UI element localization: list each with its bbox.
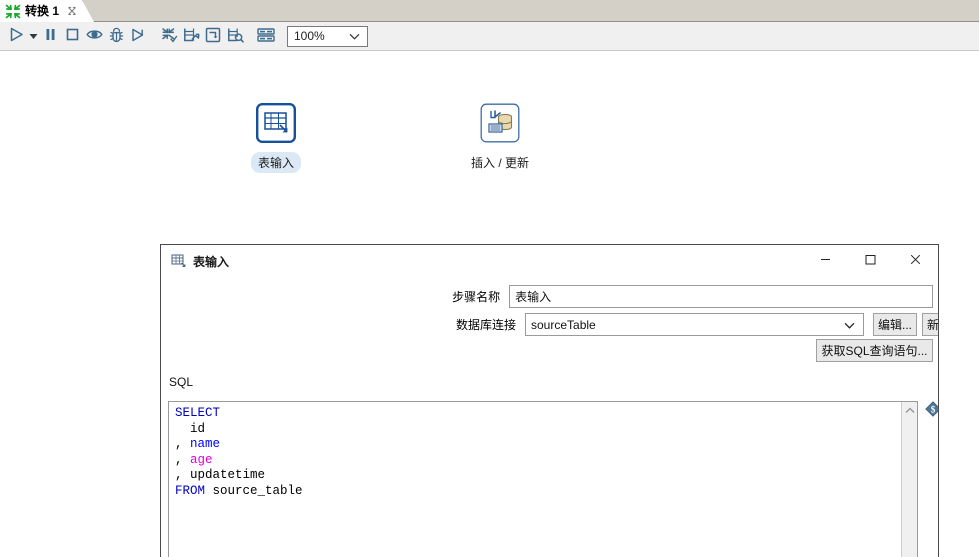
- stop-button[interactable]: [61, 25, 83, 47]
- step-insert-update[interactable]: 插入 / 更新: [452, 103, 548, 173]
- grid-button[interactable]: [255, 25, 277, 47]
- table-input-icon: [256, 103, 296, 146]
- analyze-impact-button[interactable]: [180, 25, 202, 47]
- toolbar-separator: [149, 25, 158, 47]
- sql-label: SQL: [169, 375, 194, 389]
- sql-code: SELECT id , name , age , updatetime FROM…: [175, 406, 303, 498]
- pause-button[interactable]: [39, 25, 61, 47]
- step-label: 插入 / 更新: [470, 156, 529, 170]
- table-input-dialog[interactable]: 表输入 步骤名称 表输入 数据库连接 sourceTable 编辑... 新 获…: [160, 244, 939, 557]
- tab-transformation-1[interactable]: 转换 1: [0, 0, 95, 22]
- close-icon: [909, 253, 922, 269]
- step-name-row: 步骤名称 表输入: [413, 285, 933, 308]
- play-icon: [8, 26, 25, 46]
- maximize-icon: [864, 253, 877, 269]
- maximize-button[interactable]: [848, 246, 893, 276]
- transformation-canvas[interactable]: 表输入 插入 / 更新 表输入 步骤名称 表输入 数据库连接 sourceTab…: [0, 51, 979, 557]
- new-connection-button[interactable]: 新建...: [922, 313, 938, 336]
- main-toolbar: 100%: [0, 22, 979, 51]
- database-search-icon: [227, 27, 244, 46]
- pause-icon: [43, 27, 58, 45]
- debug-button[interactable]: [105, 25, 127, 47]
- connection-select[interactable]: sourceTable: [525, 313, 864, 336]
- variable-dollar-icon[interactable]: $: [925, 401, 938, 417]
- impact-analysis-icon: [183, 27, 200, 46]
- close-icon[interactable]: [66, 5, 78, 17]
- dialog-body: 步骤名称 表输入 数据库连接 sourceTable 编辑... 新建... W…: [161, 277, 938, 557]
- chevron-down-icon: [349, 29, 360, 43]
- insert-update-icon: [480, 103, 520, 146]
- zoom-level-select[interactable]: 100%: [287, 25, 368, 47]
- eye-icon: [85, 27, 103, 45]
- generate-mapping-button[interactable]: [202, 25, 224, 47]
- chevron-down-icon: [844, 318, 855, 332]
- edit-connection-button[interactable]: 编辑...: [873, 313, 917, 336]
- step-icon-wrap: [452, 103, 548, 146]
- grid-rows-icon: [257, 27, 275, 45]
- connection-label: 数据库连接: [455, 318, 516, 332]
- transformation-icon: [5, 4, 21, 19]
- chevron-up-icon: [905, 403, 915, 417]
- chevron-down-icon: [29, 29, 38, 43]
- step-table-input[interactable]: 表输入: [228, 103, 324, 173]
- verify-transformation-button[interactable]: [158, 25, 180, 47]
- bug-icon: [108, 27, 125, 46]
- get-sql-row: 获取SQL查询语句...: [816, 339, 933, 362]
- scroll-up-button[interactable]: [902, 402, 917, 418]
- close-button[interactable]: [893, 246, 938, 276]
- play-outline-icon: [130, 27, 147, 46]
- stop-icon: [65, 27, 80, 45]
- step-label: 表输入: [250, 152, 301, 173]
- show-last-impact-button[interactable]: [224, 25, 246, 47]
- table-input-icon: [171, 253, 187, 269]
- sql-editor[interactable]: SELECT id , name , age , updatetime FROM…: [168, 401, 918, 557]
- replay-button[interactable]: [127, 25, 149, 47]
- mapping-icon: [205, 27, 221, 46]
- transformation-check-icon: [161, 27, 178, 46]
- dialog-window-buttons: [803, 245, 938, 277]
- sql-scrollbar[interactable]: [901, 402, 917, 557]
- connection-value: sourceTable: [531, 317, 596, 332]
- connection-row: 数据库连接 sourceTable 编辑... 新建... Wizard...: [413, 313, 938, 336]
- dialog-title: 表输入: [193, 254, 230, 269]
- step-icon-wrap: [228, 103, 324, 146]
- run-button[interactable]: [5, 25, 27, 47]
- toolbar-separator-2: [246, 25, 255, 47]
- preview-button[interactable]: [83, 25, 105, 47]
- tab-strip: 转换 1: [0, 0, 979, 22]
- tab-label: 转换 1: [25, 4, 60, 18]
- minimize-icon: [819, 253, 832, 269]
- svg-text:$: $: [931, 404, 936, 414]
- dialog-titlebar[interactable]: 表输入: [161, 245, 938, 277]
- run-options-dropdown[interactable]: [27, 25, 39, 47]
- zoom-level-value: 100%: [294, 29, 325, 43]
- step-name-label: 步骤名称: [452, 290, 501, 304]
- step-label-wrap: 插入 / 更新: [452, 146, 548, 173]
- get-sql-button[interactable]: 获取SQL查询语句...: [816, 339, 933, 362]
- step-label-wrap: 表输入: [228, 146, 324, 173]
- step-name-input[interactable]: 表输入: [509, 285, 933, 308]
- minimize-button[interactable]: [803, 246, 848, 276]
